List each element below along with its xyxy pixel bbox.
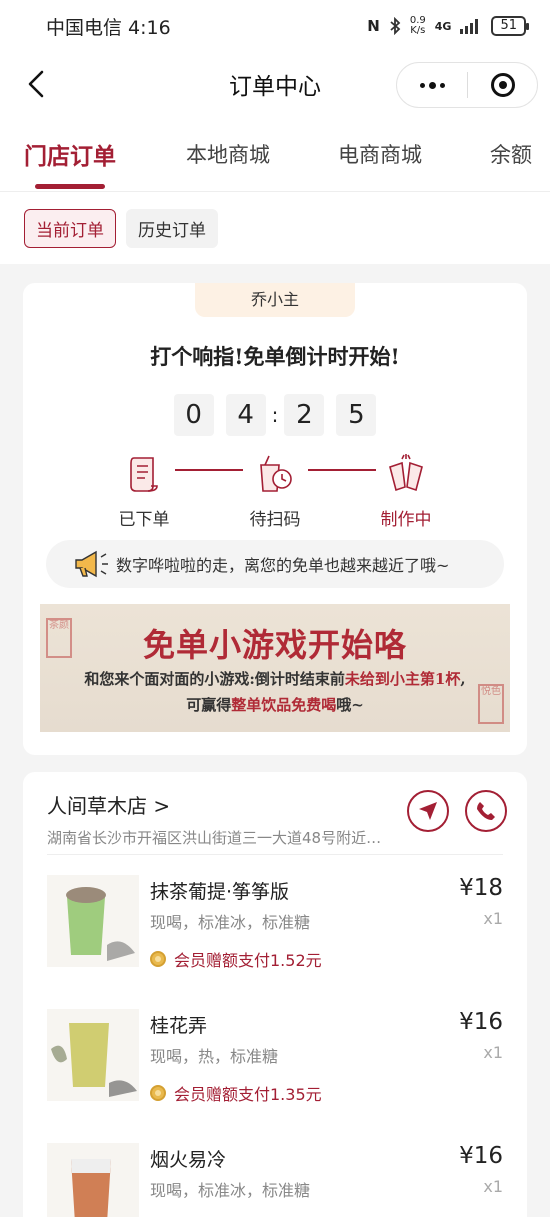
step-to-scan: 待扫码 (230, 453, 320, 530)
carrier-time: 中国电信 4:16 (46, 16, 171, 39)
subtab-history-orders[interactable]: 历史订单 (126, 208, 218, 248)
subtab-current-orders[interactable]: 当前订单 (24, 208, 116, 248)
item-price: ¥16 (459, 1009, 503, 1035)
banner-line-1: 和您来个面对面的小游戏:倒计时结束前未给到小主第1杯, (84, 670, 466, 688)
order-detail-card: 人间草木店 > 湖南省长沙市开福区洪山街道三一大道48号附近的商铺 抹茶葡提·筝… (23, 772, 527, 1217)
more-button[interactable] (397, 63, 467, 107)
banner-line-2: 可赢得整单饮品免费喝哦~ (186, 696, 364, 714)
bluetooth-icon (390, 17, 401, 35)
step-in-production: 制作中 (361, 453, 451, 530)
drink-thumbnail (47, 875, 139, 967)
tip-text: 数字哗啦啦的走，离您的免单也越来越近了哦~ (116, 556, 450, 575)
item-member-payment: 会员赠额支付1.35元 (150, 1081, 322, 1105)
tab-store-orders[interactable]: 门店订单 (24, 137, 116, 171)
step-ordered: 已下单 (99, 453, 189, 530)
item-quantity: x1 (483, 1043, 503, 1062)
order-status-card: 乔小主 打个响指!免单倒计时开始! 0 4 : 2 5 已下单 待扫码 制作中 (23, 283, 527, 755)
tab-ecommerce-mall[interactable]: 电商商城 (338, 139, 422, 169)
more-dots-icon (419, 82, 425, 88)
nav-bar: 订单中心 (0, 52, 550, 116)
scroll-icon (130, 457, 158, 492)
target-icon (490, 73, 515, 97)
order-item[interactable]: 桂花弄 现喝，热，标准糖 会员赠额支付1.35元 ¥16 x1 (47, 1009, 503, 1119)
chevron-right-icon: > (153, 794, 171, 818)
item-member-payment: 会员赠额支付1.52元 (150, 947, 322, 971)
store-header: 人间草木店 > 湖南省长沙市开福区洪山街道三一大道48号附近的商铺 (47, 790, 507, 850)
item-spec: 现喝，热，标准糖 (150, 1047, 279, 1066)
countdown-timer: 0 4 : 2 5 (23, 394, 527, 436)
network-speed: 0.9 K/s (409, 15, 426, 36)
step-label: 制作中 (380, 510, 432, 530)
navigate-button[interactable] (407, 790, 449, 832)
item-spec: 现喝，标准冰，标准糖 (150, 1181, 311, 1200)
countdown-colon: : (271, 403, 279, 427)
item-name: 桂花弄 (150, 1015, 208, 1037)
drink-thumbnail (47, 1009, 139, 1101)
status-icons: N 0.9 K/s 4G 51 (367, 15, 529, 36)
megaphone-icon (75, 550, 108, 578)
order-progress-steps: 已下单 待扫码 制作中 (23, 453, 527, 530)
coin-icon (150, 951, 166, 967)
order-item[interactable]: 抹茶葡提·筝筝版 现喝，标准冰，标准糖 会员赠额支付1.52元 ¥18 x1 (47, 875, 503, 985)
divider (47, 854, 503, 855)
item-name: 烟火易冷 (150, 1149, 227, 1171)
countdown-digit: 2 (284, 394, 325, 436)
coin-icon (150, 1085, 166, 1101)
countdown-digit: 0 (173, 394, 214, 436)
cheers-cups-icon (389, 454, 423, 492)
banner-title: 免单小游戏开始咯 (142, 626, 407, 664)
mini-program-capsule (396, 62, 538, 108)
item-name: 抹茶葡提·筝筝版 (150, 881, 290, 903)
tab-balance[interactable]: 余额 (490, 139, 532, 169)
close-mini-program-button[interactable] (468, 63, 537, 107)
back-button[interactable] (24, 68, 48, 100)
item-price: ¥16 (459, 1143, 503, 1169)
chevron-left-icon (28, 70, 44, 98)
countdown-digit: 5 (336, 394, 377, 436)
order-type-tabs: 门店订单 本地商城 电商商城 余额 (0, 116, 550, 192)
signal-icon (460, 19, 479, 34)
customer-name-tag: 乔小主 (195, 283, 355, 317)
order-item[interactable]: 烟火易冷 现喝，标准冰，标准糖 ¥16 x1 (47, 1143, 503, 1217)
free-order-game-banner[interactable]: 茶颜 悦色 免单小游戏开始咯 和您来个面对面的小游戏:倒计时结束前未给到小主第1… (40, 604, 510, 732)
item-quantity: x1 (483, 909, 503, 928)
cup-clock-icon (260, 455, 292, 492)
top-area: 中国电信 4:16 N 0.9 K/s 4G 51 订单中心 门店订单 本地商城… (0, 0, 550, 264)
order-subtabs: 当前订单 历史订单 (0, 192, 550, 264)
item-spec: 现喝，标准冰，标准糖 (150, 913, 311, 932)
phone-icon (477, 802, 495, 820)
tab-local-mall[interactable]: 本地商城 (186, 139, 270, 169)
step-label: 待扫码 (249, 510, 301, 530)
battery-icon: 51 (491, 16, 529, 36)
status-bar: 中国电信 4:16 N 0.9 K/s 4G 51 (0, 0, 550, 52)
countdown-digit: 4 (225, 394, 266, 436)
network-type: 4G (434, 19, 452, 33)
countdown-slogan: 打个响指!免单倒计时开始! (150, 344, 400, 369)
navigation-arrow-icon (419, 802, 437, 820)
step-label: 已下单 (118, 510, 170, 530)
store-address: 湖南省长沙市开福区洪山街道三一大道48号附近的商铺 (47, 829, 387, 847)
page-title: 订单中心 (229, 74, 321, 100)
tip-bar: 数字哗啦啦的走，离您的免单也越来越近了哦~ (46, 540, 504, 588)
item-price: ¥18 (459, 875, 503, 901)
item-quantity: x1 (483, 1177, 503, 1196)
call-store-button[interactable] (465, 790, 507, 832)
drink-thumbnail (47, 1143, 139, 1217)
nfc-icon: N (367, 17, 380, 35)
